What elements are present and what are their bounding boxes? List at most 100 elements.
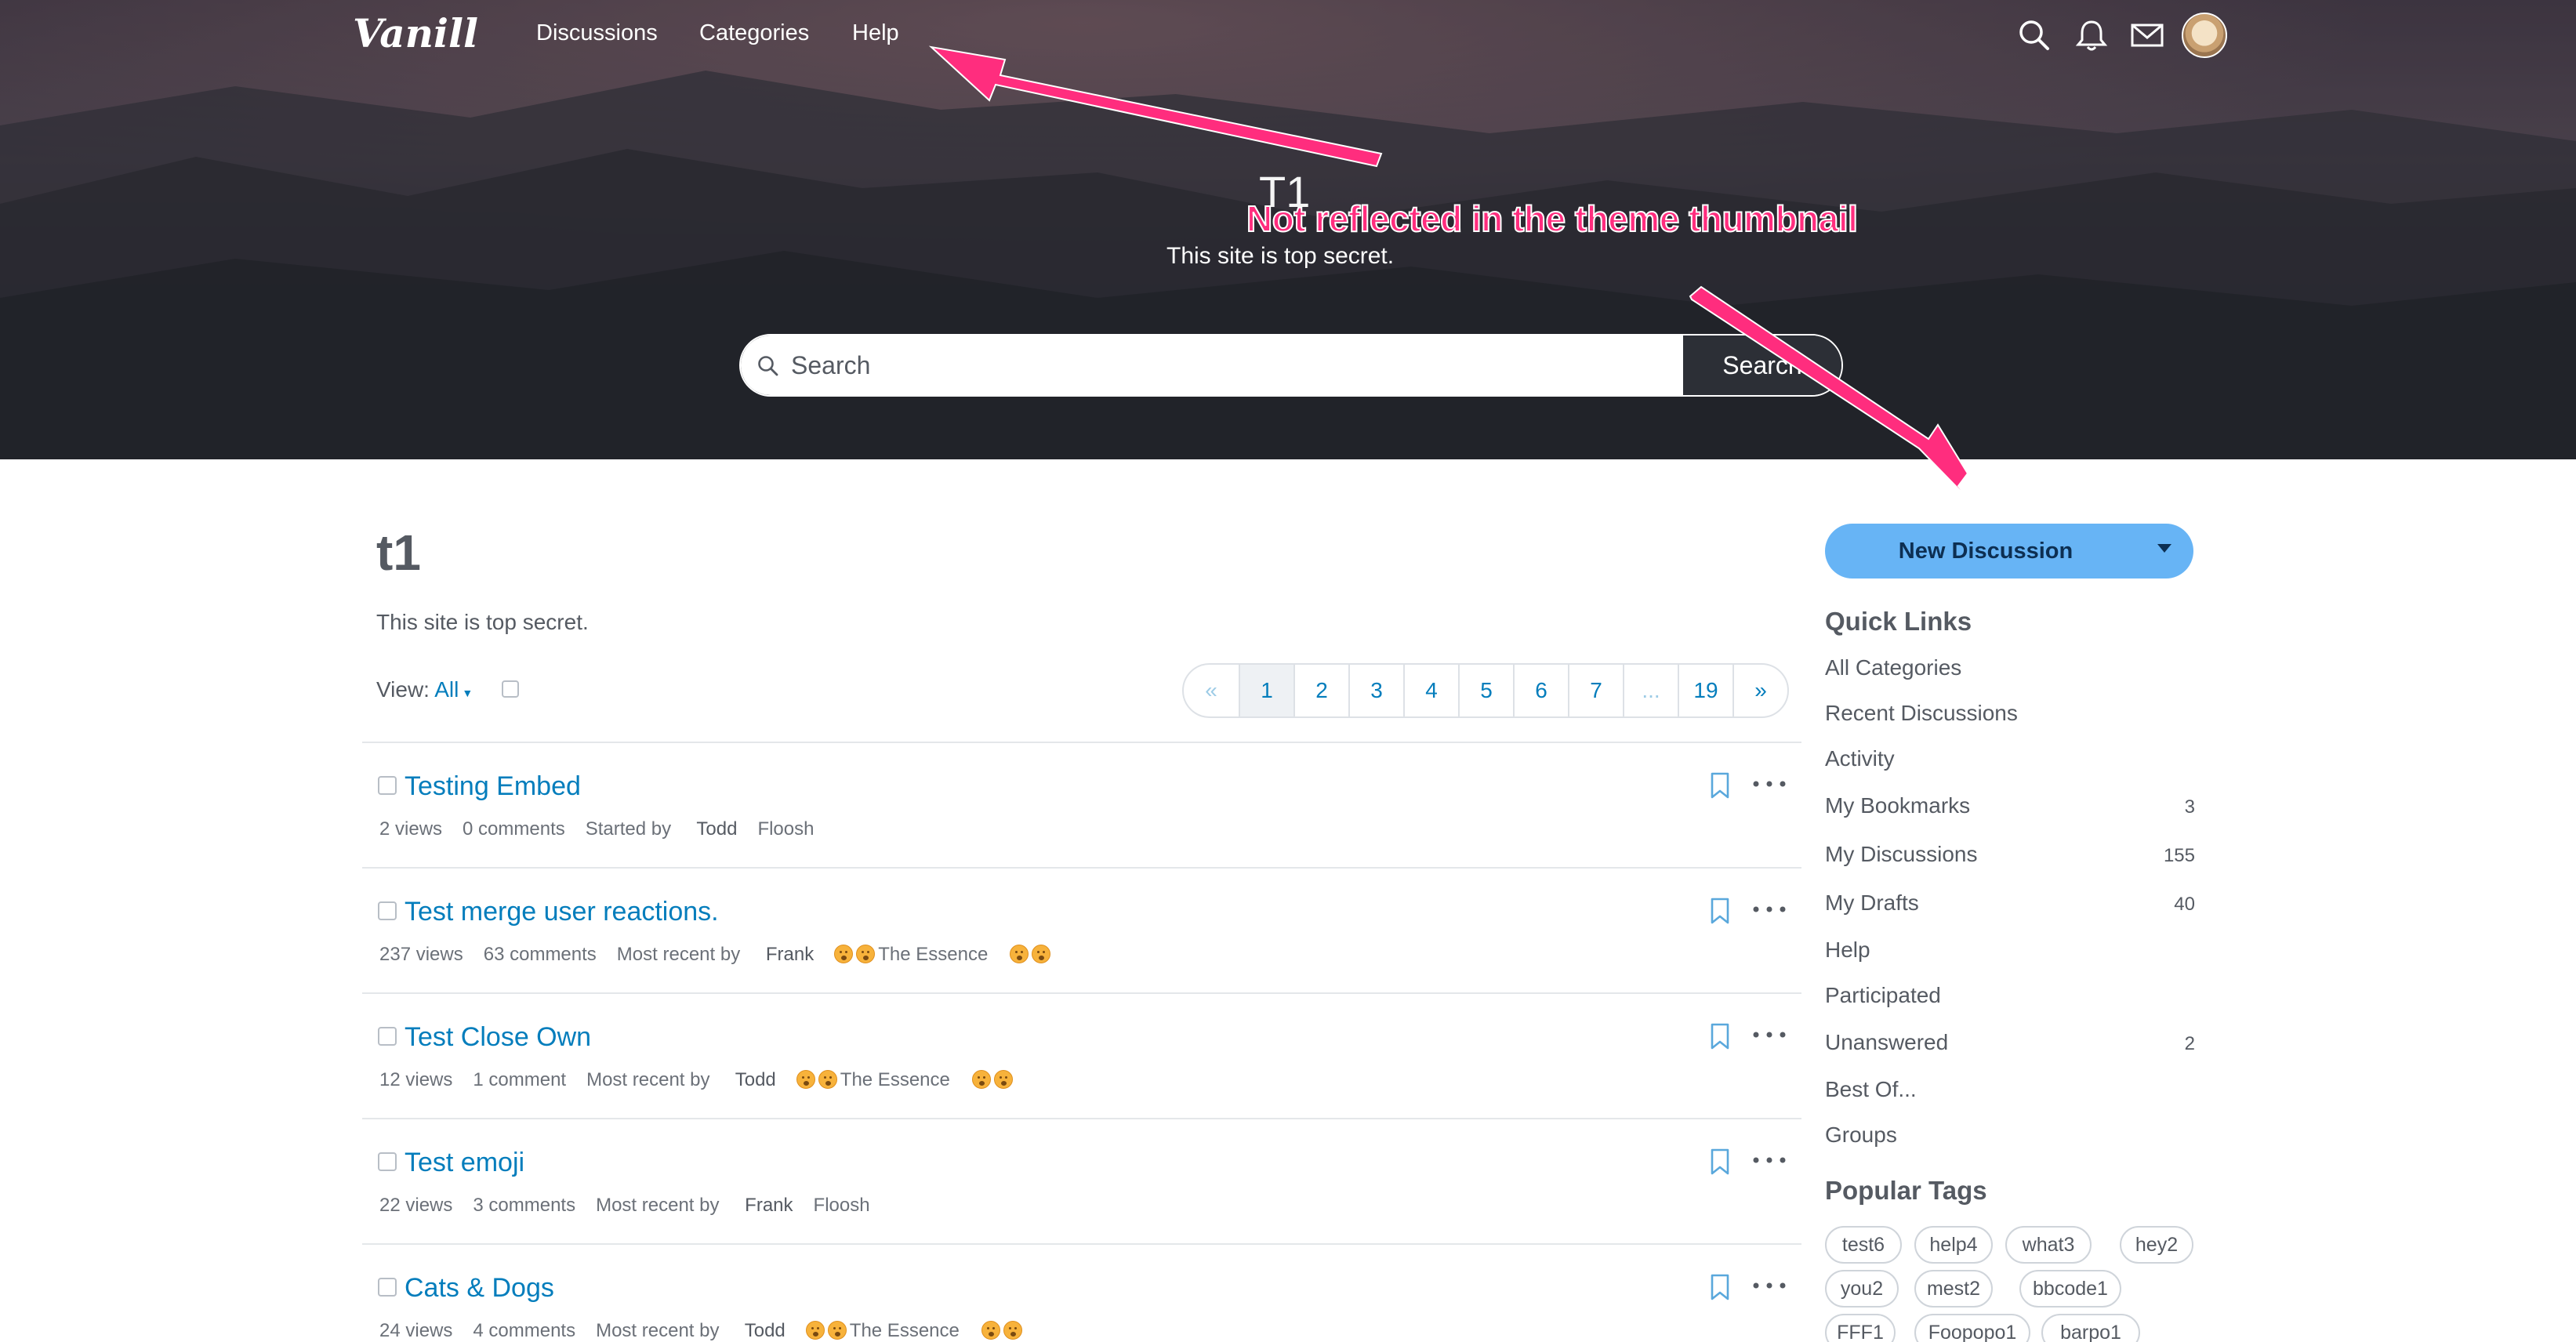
new-discussion-button[interactable]: New Discussion bbox=[1825, 524, 2193, 579]
view-dropdown[interactable]: All ▼ bbox=[434, 677, 473, 702]
quick-link-label[interactable]: Recent Discussions bbox=[1825, 701, 2018, 725]
search-icon[interactable] bbox=[2016, 17, 2052, 53]
quick-link-label[interactable]: My Drafts bbox=[1825, 890, 1919, 915]
quick-link-label[interactable]: Activity bbox=[1825, 746, 1895, 771]
category-name[interactable]: The Essence bbox=[840, 1069, 950, 1090]
envelope-icon[interactable] bbox=[2129, 17, 2165, 53]
options-icon[interactable] bbox=[1750, 774, 1789, 793]
discussion-meta: 2 views 0 comments Started by Todd Floosh bbox=[379, 818, 854, 840]
nav-help[interactable]: Help bbox=[852, 20, 899, 46]
discussion-title[interactable]: Test merge user reactions. bbox=[405, 897, 719, 927]
quick-link[interactable]: Recent Discussions bbox=[1825, 701, 2195, 726]
options-icon[interactable] bbox=[1750, 900, 1789, 919]
author-link[interactable]: Todd bbox=[696, 818, 737, 840]
quick-link-label[interactable]: Best Of... bbox=[1825, 1077, 1917, 1101]
caret-down-icon[interactable] bbox=[2157, 544, 2171, 553]
tag-pill[interactable]: Foopopo1 bbox=[1914, 1314, 2030, 1342]
quick-link[interactable]: Help bbox=[1825, 938, 2195, 963]
quick-link[interactable]: Participated bbox=[1825, 983, 2195, 1008]
new-discussion-label[interactable]: New Discussion bbox=[1825, 524, 2146, 579]
bookmark-icon[interactable] bbox=[1709, 1273, 1731, 1301]
bookmark-icon[interactable] bbox=[1709, 897, 1731, 925]
category-name[interactable]: The Essence bbox=[850, 1320, 960, 1341]
tag-pill[interactable]: help4 bbox=[1914, 1226, 1993, 1264]
category-link[interactable]: The Essence bbox=[805, 1320, 1025, 1341]
emoji-icon bbox=[796, 1070, 815, 1089]
pager-page-3[interactable]: 3 bbox=[1348, 665, 1403, 716]
quick-link[interactable]: My Discussions 155 bbox=[1825, 842, 2195, 867]
pager-page-7[interactable]: 7 bbox=[1568, 665, 1623, 716]
select-all-checkbox[interactable] bbox=[502, 680, 519, 698]
tag-pill[interactable]: mest2 bbox=[1914, 1270, 1993, 1308]
tag-pill[interactable]: bbcode1 bbox=[2019, 1270, 2121, 1308]
discussion-title[interactable]: Cats & Dogs bbox=[405, 1273, 554, 1304]
tag-pill[interactable]: you2 bbox=[1825, 1270, 1899, 1308]
category-name[interactable]: Floosh bbox=[757, 818, 814, 840]
search-input[interactable] bbox=[791, 336, 1669, 395]
quick-link-label[interactable]: Groups bbox=[1825, 1123, 1897, 1147]
author-link[interactable]: Frank bbox=[745, 1195, 793, 1216]
quick-link-label[interactable]: All Categories bbox=[1825, 655, 1961, 680]
bookmark-icon[interactable] bbox=[1709, 1148, 1731, 1176]
discussion-title[interactable]: Test Close Own bbox=[405, 1022, 591, 1053]
bell-icon[interactable] bbox=[2073, 17, 2110, 53]
quick-link[interactable]: Unanswered 2 bbox=[1825, 1030, 2195, 1055]
tag-pill[interactable]: what3 bbox=[2005, 1226, 2092, 1264]
category-link[interactable]: The Essence bbox=[834, 944, 1054, 965]
tag-pill[interactable]: hey2 bbox=[2120, 1226, 2193, 1264]
pager-page-1[interactable]: 1 bbox=[1239, 665, 1293, 716]
pager-page-5[interactable]: 5 bbox=[1458, 665, 1513, 716]
tag-pill[interactable]: barpo1 bbox=[2041, 1314, 2140, 1342]
quick-link-label[interactable]: Unanswered bbox=[1825, 1030, 1948, 1054]
author-link[interactable]: Todd bbox=[745, 1320, 785, 1341]
tag-pill[interactable]: FFF1 bbox=[1825, 1314, 1896, 1342]
pagination: « 1 2 3 4 5 6 7 ... 19 » bbox=[1182, 663, 1789, 718]
vanilla-logo[interactable]: Vanilla bbox=[350, 6, 478, 61]
discussion-checkbox[interactable] bbox=[378, 901, 397, 920]
quick-link[interactable]: Activity bbox=[1825, 746, 2195, 771]
author-link[interactable]: Frank bbox=[766, 944, 814, 965]
bookmark-icon[interactable] bbox=[1709, 771, 1731, 800]
quick-link-label[interactable]: My Discussions bbox=[1825, 842, 1977, 866]
search-field-wrapper bbox=[741, 336, 1683, 395]
pager-page-2[interactable]: 2 bbox=[1293, 665, 1348, 716]
search-button[interactable]: Search bbox=[1683, 336, 1841, 395]
quick-link[interactable]: Best Of... bbox=[1825, 1077, 2195, 1102]
discussion-title[interactable]: Testing Embed bbox=[405, 771, 581, 802]
quick-link-label[interactable]: Participated bbox=[1825, 983, 1941, 1007]
quick-link[interactable]: My Drafts 40 bbox=[1825, 890, 2195, 916]
options-icon[interactable] bbox=[1750, 1151, 1789, 1170]
tag-pill[interactable]: test6 bbox=[1825, 1226, 1902, 1264]
category-link[interactable]: Floosh bbox=[757, 818, 834, 840]
options-icon[interactable] bbox=[1750, 1276, 1789, 1295]
pager-prev[interactable]: « bbox=[1184, 665, 1239, 716]
discussion-checkbox[interactable] bbox=[378, 1278, 397, 1297]
quick-link[interactable]: My Bookmarks 3 bbox=[1825, 793, 2195, 818]
view-dropdown-value[interactable]: All bbox=[434, 677, 459, 702]
pager-page-4[interactable]: 4 bbox=[1403, 665, 1458, 716]
options-icon[interactable] bbox=[1750, 1025, 1789, 1044]
view-count: 2 views bbox=[379, 818, 443, 840]
avatar[interactable] bbox=[2182, 13, 2227, 58]
pager-page-19[interactable]: 19 bbox=[1678, 665, 1732, 716]
discussion-checkbox[interactable] bbox=[378, 1027, 397, 1046]
category-name[interactable]: The Essence bbox=[878, 944, 988, 965]
pager-next[interactable]: » bbox=[1732, 665, 1787, 716]
category-link[interactable]: Floosh bbox=[814, 1195, 891, 1216]
quick-link[interactable]: Groups bbox=[1825, 1123, 2195, 1148]
annotation-text: Not reflected in the theme thumbnail bbox=[1246, 198, 1859, 240]
quick-link[interactable]: All Categories bbox=[1825, 655, 2195, 680]
nav-discussions[interactable]: Discussions bbox=[536, 20, 658, 46]
category-link[interactable]: The Essence bbox=[796, 1069, 1016, 1090]
bookmark-icon[interactable] bbox=[1709, 1022, 1731, 1050]
category-name[interactable]: Floosh bbox=[814, 1195, 870, 1216]
discussion-checkbox[interactable] bbox=[378, 1152, 397, 1171]
quick-link-label[interactable]: My Bookmarks bbox=[1825, 793, 1970, 818]
discussion-title[interactable]: Test emoji bbox=[405, 1148, 524, 1178]
discussion-checkbox[interactable] bbox=[378, 776, 397, 795]
quick-link-label[interactable]: Help bbox=[1825, 938, 1870, 962]
nav-categories[interactable]: Categories bbox=[699, 20, 809, 46]
page-description: This site is top secret. bbox=[376, 610, 589, 634]
author-link[interactable]: Todd bbox=[735, 1069, 776, 1090]
pager-page-6[interactable]: 6 bbox=[1513, 665, 1568, 716]
